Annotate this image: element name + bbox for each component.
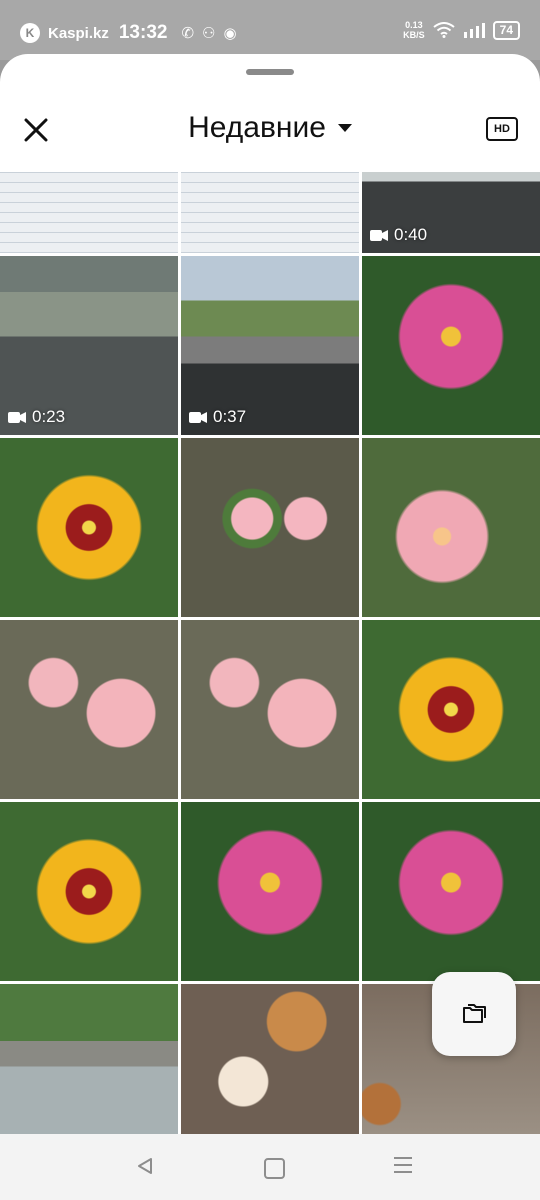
status-bar: K Kaspi.kz 13:32 ✆ ⚇ ◉ 0.13 KB/S 74 (0, 0, 540, 60)
status-time: 13:32 (118, 22, 168, 43)
media-thumbnail[interactable] (362, 438, 540, 617)
people-icon: ⚇ (202, 25, 216, 42)
system-nav-bar (0, 1134, 540, 1200)
video-camera-icon (370, 229, 388, 241)
media-thumbnail[interactable] (362, 620, 540, 799)
media-thumbnail[interactable] (362, 802, 540, 981)
chrome-icon: ◉ (223, 25, 237, 42)
video-thumbnail[interactable]: 0:37 (181, 256, 359, 435)
video-thumbnail[interactable]: 0:23 (0, 256, 178, 435)
media-thumbnail[interactable] (0, 620, 178, 799)
video-duration: 0:23 (8, 407, 65, 427)
folder-icon (463, 1004, 486, 1023)
hd-toggle-button[interactable]: HD (486, 117, 518, 141)
media-thumbnail[interactable] (0, 438, 178, 617)
drag-handle[interactable] (246, 69, 294, 75)
wifi-icon (433, 22, 455, 38)
kaspi-icon: K (20, 23, 40, 43)
album-selector[interactable]: Недавние (0, 110, 540, 145)
home-icon[interactable] (264, 1158, 285, 1179)
media-thumbnail[interactable] (181, 438, 359, 617)
recents-icon[interactable] (394, 1157, 412, 1178)
media-thumbnail[interactable] (181, 984, 359, 1134)
folder-button[interactable] (432, 972, 516, 1056)
media-thumbnail[interactable] (0, 802, 178, 981)
video-duration: 0:40 (370, 225, 427, 245)
whatsapp-icon: ✆ (181, 25, 195, 42)
media-thumbnail[interactable] (181, 802, 359, 981)
network-speed: 0.13 KB/S (403, 20, 425, 40)
back-icon[interactable] (135, 1156, 155, 1176)
status-app-label: Kaspi.kz (48, 24, 109, 42)
signal-icon (463, 23, 485, 38)
video-thumbnail[interactable]: 0:40 (362, 172, 540, 253)
media-thumbnail[interactable] (0, 984, 178, 1134)
caret-down-icon[interactable] (337, 124, 352, 133)
video-duration: 0:37 (189, 407, 246, 427)
album-title[interactable]: Недавние (188, 111, 326, 144)
media-thumbnail[interactable] (181, 172, 359, 253)
media-thumbnail[interactable] (362, 256, 540, 435)
media-thumbnail[interactable] (0, 172, 178, 253)
media-thumbnail[interactable] (181, 620, 359, 799)
video-camera-icon (8, 411, 26, 423)
battery-indicator: 74 (492, 20, 520, 40)
video-camera-icon (189, 411, 207, 423)
